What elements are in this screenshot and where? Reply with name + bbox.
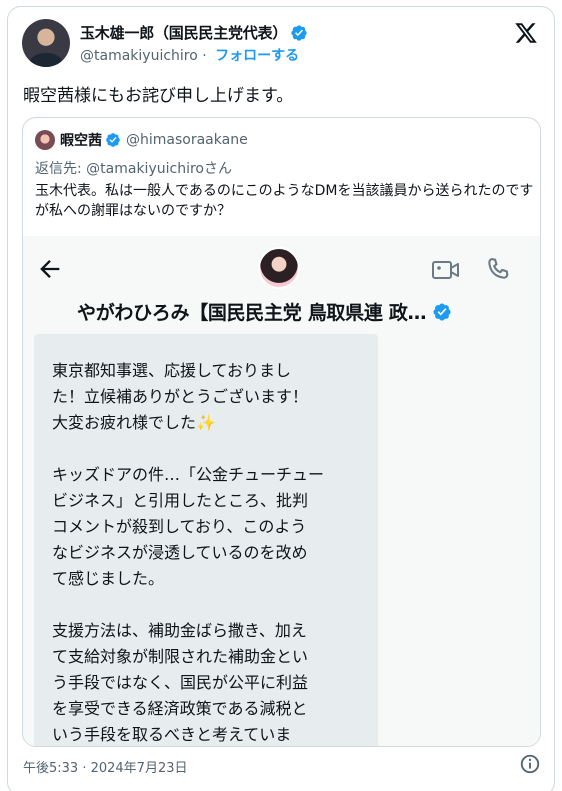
x-logo-icon[interactable] bbox=[514, 21, 538, 45]
author-name-line[interactable]: 玉木雄一郎（国民民主党代表） bbox=[80, 22, 308, 43]
dm-paragraph: キッズドアの件…「公金チューチュー ビジネス」と引用したところ、批判 コメントが… bbox=[52, 465, 325, 588]
back-arrow-icon bbox=[40, 260, 60, 278]
quoted-author-line: 暇空茜 @himasoraakane bbox=[35, 130, 248, 150]
follow-button[interactable]: フォローする bbox=[215, 48, 299, 64]
dm-paragraph: 東京都知事選、応援しておりまし た！立候補ありがとうございます！ 大変お疲れ様で… bbox=[52, 361, 309, 432]
video-call-icon bbox=[432, 261, 459, 279]
author-handle[interactable]: @tamakiyuichiro bbox=[80, 48, 198, 64]
dm-paragraph: 支援方法は、補助金ばら撒き、加え て支給対象が制限された補助金とい う手段ではな… bbox=[52, 621, 309, 744]
dm-contact-name: やがわひろみ【国民民主党 鳥取県連 政… bbox=[77, 302, 427, 324]
tweet-card: 玉木雄一郎（国民民主党代表） @tamakiyuichiro · フォローする … bbox=[7, 6, 555, 791]
quoted-author-name: 暇空茜 bbox=[60, 133, 102, 149]
separator-dot: · bbox=[202, 48, 207, 64]
verified-badge-icon bbox=[106, 133, 120, 147]
reply-to-label: 返信先: @tamakiyuichiroさん bbox=[35, 161, 232, 177]
dm-contact-avatar bbox=[258, 247, 300, 289]
dm-contact-name-line: やがわひろみ【国民民主党 鳥取県連 政… bbox=[77, 298, 452, 325]
timestamp[interactable]: 午後5:33 · 2024年7月23日 bbox=[23, 757, 188, 776]
author-name[interactable]: 玉木雄一郎（国民民主党代表） bbox=[80, 22, 287, 43]
info-icon[interactable] bbox=[519, 753, 541, 775]
quoted-tweet-text: 玉木代表。私は一般人であるのにこのようなDMを当該議員から送られたのですが私への… bbox=[35, 183, 534, 219]
tweet-text: 暇空茜様にもお詫び申し上げます。 bbox=[23, 86, 294, 106]
quoted-author-handle: @himasoraakane bbox=[126, 132, 248, 148]
author-avatar[interactable] bbox=[22, 19, 70, 67]
dm-message-bubble: 東京都知事選、応援しておりまし た！立候補ありがとうございます！ 大変お疲れ様で… bbox=[34, 334, 378, 746]
author-handle-line: @tamakiyuichiro · フォローする bbox=[80, 45, 299, 65]
attached-image[interactable]: やがわひろみ【国民民主党 鳥取県連 政… 東京都知事選、応援しておりまし た！立… bbox=[23, 236, 540, 746]
verified-badge-icon bbox=[433, 302, 451, 321]
verified-badge-icon bbox=[291, 24, 307, 41]
quoted-tweet[interactable]: 暇空茜 @himasoraakane 返信先: @tamakiyuichiroさ… bbox=[22, 117, 541, 747]
quoted-author-avatar bbox=[35, 130, 55, 150]
phone-icon bbox=[488, 258, 509, 279]
